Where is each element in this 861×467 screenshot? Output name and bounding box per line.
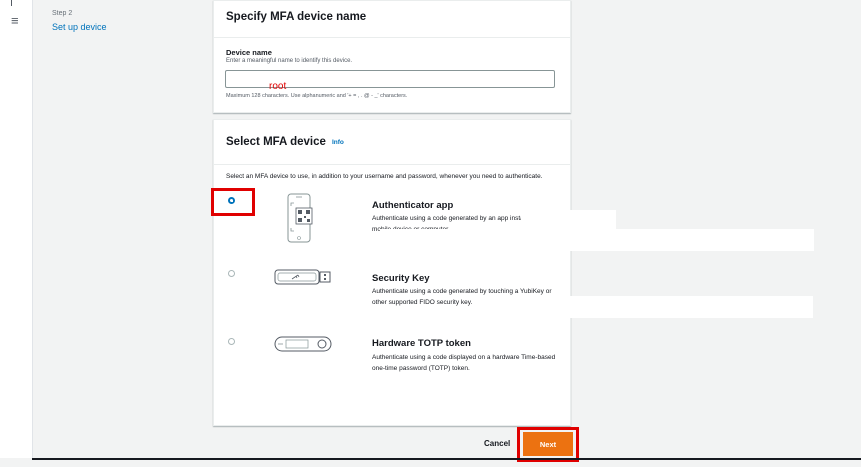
highlight-box bbox=[517, 427, 579, 462]
panel-title: Select MFA device Info bbox=[214, 120, 570, 165]
radio-security-key[interactable] bbox=[228, 270, 235, 277]
option-title-hardware-totp: Hardware TOTP token bbox=[372, 338, 471, 349]
device-name-label: Device name bbox=[226, 48, 272, 57]
device-name-panel: Specify MFA device name Device name Ente… bbox=[213, 0, 571, 113]
cancel-button[interactable]: Cancel bbox=[484, 439, 510, 448]
radio-hardware-totp[interactable] bbox=[228, 338, 235, 345]
option-desc-hardware-totp: Authenticate using a code displayed on a… bbox=[372, 354, 556, 372]
step-link-set-up-device[interactable]: Set up device bbox=[52, 22, 107, 32]
option-title-security-key: Security Key bbox=[372, 273, 430, 284]
menu-icon[interactable]: ≡ bbox=[11, 14, 19, 27]
mfa-description: Select an MFA device to use, in addition… bbox=[226, 173, 543, 180]
side-nav-rail: ≡ bbox=[0, 0, 33, 458]
panel-title-text: Specify MFA device name bbox=[226, 11, 367, 23]
phone-qr-icon bbox=[287, 193, 313, 243]
option-title-authenticator-app: Authenticator app bbox=[372, 200, 454, 211]
device-name-hint: Maximum 128 characters. Use alphanumeric… bbox=[226, 93, 408, 99]
totp-token-icon bbox=[274, 336, 332, 352]
divider bbox=[11, 0, 12, 6]
redaction-block bbox=[521, 296, 813, 318]
highlight-box bbox=[211, 188, 255, 216]
device-name-description: Enter a meaningful name to identify this… bbox=[226, 58, 353, 64]
divider bbox=[32, 458, 861, 460]
panel-title-text: Select MFA device bbox=[226, 136, 326, 148]
step-label: Step 2 bbox=[52, 10, 73, 17]
usb-key-icon bbox=[274, 269, 331, 285]
redaction-block bbox=[380, 229, 814, 251]
panel-title: Specify MFA device name bbox=[214, 1, 570, 38]
device-name-value: root bbox=[269, 81, 287, 92]
select-mfa-device-panel: Select MFA device Info Select an MFA dev… bbox=[211, 119, 571, 426]
info-link[interactable]: Info bbox=[332, 139, 344, 146]
